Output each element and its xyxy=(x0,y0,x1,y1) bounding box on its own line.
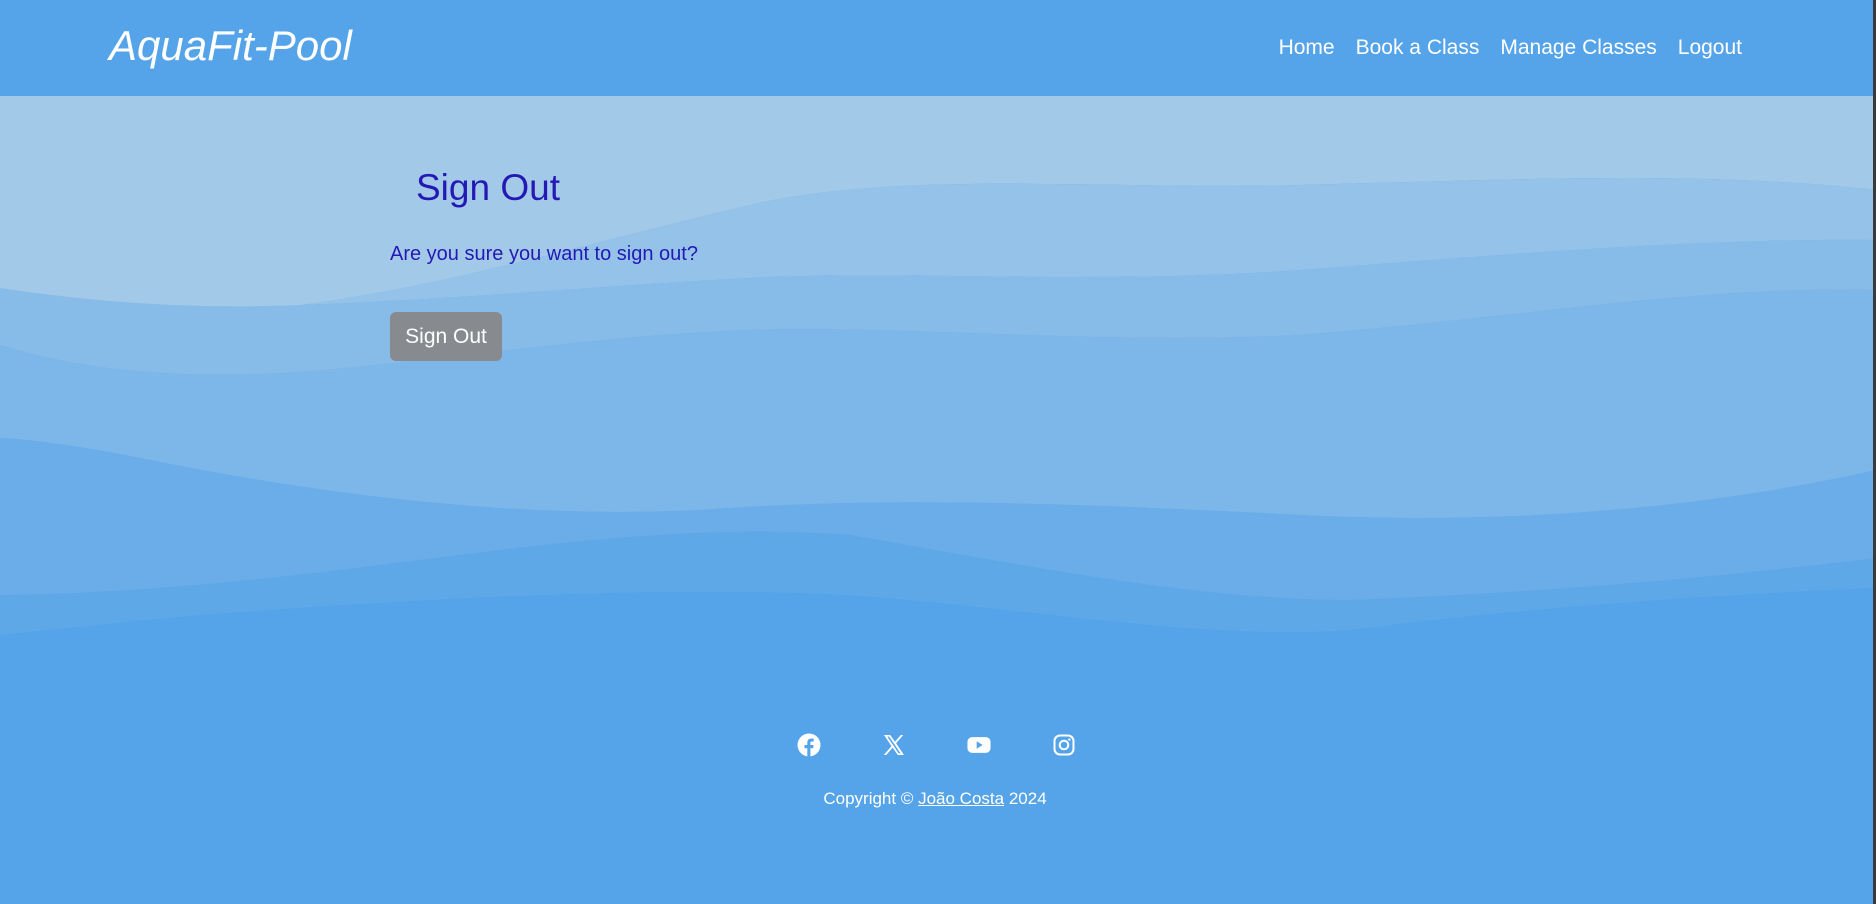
nav-book-a-class[interactable]: Book a Class xyxy=(1356,36,1480,60)
main-nav: Home Book a Class Manage Classes Logout xyxy=(1279,36,1742,60)
nav-logout[interactable]: Logout xyxy=(1678,36,1742,60)
nav-home[interactable]: Home xyxy=(1279,36,1335,60)
copyright-year: 2024 xyxy=(1008,789,1047,808)
wave-background xyxy=(0,0,1876,904)
x-twitter-icon[interactable] xyxy=(882,733,906,757)
sign-out-button[interactable]: Sign Out xyxy=(390,312,502,361)
confirm-question: Are you sure you want to sign out? xyxy=(390,243,698,265)
instagram-icon[interactable] xyxy=(1052,733,1076,757)
site-header: AquaFit-Pool Home Book a Class Manage Cl… xyxy=(0,0,1876,96)
facebook-icon[interactable] xyxy=(797,733,821,757)
copyright-prefix: Copyright © xyxy=(823,789,914,808)
nav-manage-classes[interactable]: Manage Classes xyxy=(1500,36,1656,60)
social-links xyxy=(797,733,1076,757)
page-title: Sign Out xyxy=(416,167,560,208)
brand-logo[interactable]: AquaFit-Pool xyxy=(109,22,352,70)
youtube-icon[interactable] xyxy=(967,733,991,757)
copyright: Copyright © João Costa 2024 xyxy=(0,789,1876,809)
page: AquaFit-Pool Home Book a Class Manage Cl… xyxy=(0,0,1876,904)
author-link[interactable]: João Costa xyxy=(918,789,1004,808)
